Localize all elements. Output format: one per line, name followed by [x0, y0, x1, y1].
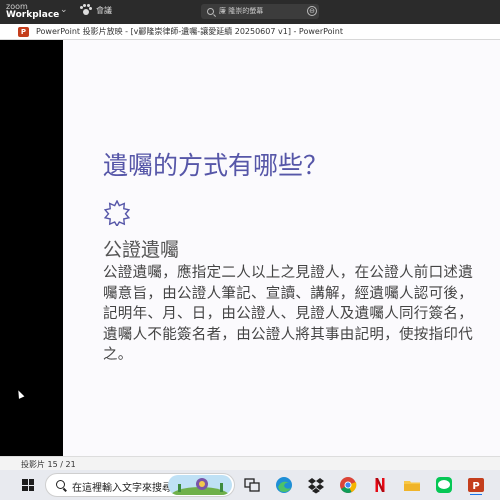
zoom-search-text: 廉 隆崇的螢幕: [219, 7, 264, 15]
meetings-label: 會議: [96, 5, 112, 15]
more-options-icon[interactable]: ⊖: [307, 6, 317, 16]
dropbox-icon[interactable]: [306, 475, 326, 495]
windows-taskbar: 在這裡輸入文字來搜尋 P: [0, 470, 500, 500]
slide-subheading: 公證遺囑: [103, 239, 180, 261]
chevron-down-icon[interactable]: ⌄: [60, 5, 68, 15]
chrome-browser-icon[interactable]: [338, 475, 358, 495]
task-view-icon[interactable]: [242, 475, 262, 495]
burst-icon: [104, 200, 130, 226]
search-icon: [207, 8, 214, 15]
file-explorer-icon[interactable]: [402, 475, 422, 495]
powerpoint-title-bar: P PowerPoint 投影片放映 - [v酈隆崇律師-遺囑-讓愛延續 202…: [0, 24, 500, 40]
search-icon: [56, 480, 65, 489]
slide-body-text: 公證遺囑，應指定二人以上之見證人，在公證人前口述遺囑意旨，由公證人筆記、宣讀、講…: [103, 265, 473, 364]
slide-title: 遺囑的方式有哪些？: [103, 151, 329, 180]
zoom-logo-label: Workplace: [6, 10, 60, 20]
paw-icon: [80, 4, 92, 16]
zoom-logo[interactable]: zoom Workplace: [6, 2, 59, 20]
powerpoint-taskbar-icon[interactable]: P: [466, 475, 486, 495]
meetings-tab[interactable]: 會議: [80, 4, 112, 16]
zoom-search-box[interactable]: 廉 隆崇的螢幕 ⊖: [201, 4, 319, 19]
powerpoint-icon: P: [18, 27, 29, 37]
mouse-cursor-icon: [15, 389, 25, 399]
taskbar-search-placeholder: 在這裡輸入文字來搜尋: [72, 483, 172, 494]
zoom-top-bar: zoom Workplace ⌄ 會議 廉 隆崇的螢幕 ⊖: [0, 0, 500, 24]
taskbar-search-box[interactable]: 在這裡輸入文字來搜尋: [45, 473, 235, 497]
svg-text:P: P: [472, 481, 479, 492]
search-highlight-illustration-icon: [168, 475, 232, 495]
window-title: PowerPoint 投影片放映 - [v酈隆崇律師-遺囑-讓愛延續 20250…: [36, 27, 343, 36]
edge-browser-icon[interactable]: [274, 475, 294, 495]
netflix-icon[interactable]: [370, 475, 390, 495]
status-bar: 投影片 15 / 21: [0, 456, 500, 470]
slideshow-margin: [0, 40, 63, 456]
slide-counter: 投影片 15 / 21: [21, 460, 76, 469]
slide-canvas[interactable]: 遺囑的方式有哪些？ 公證遺囑 公證遺囑，應指定二人以上之見證人，在公證人前口述遺…: [63, 40, 500, 456]
line-app-icon[interactable]: [434, 475, 454, 495]
windows-start-icon[interactable]: [22, 479, 34, 491]
